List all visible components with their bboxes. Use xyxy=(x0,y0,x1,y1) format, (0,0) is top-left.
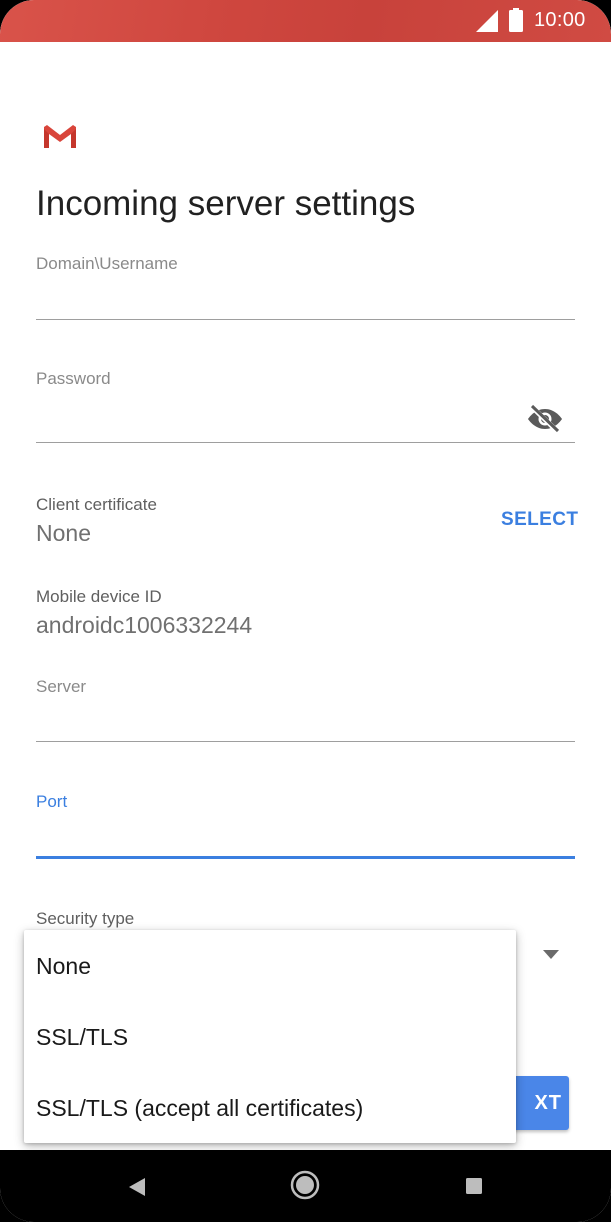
mobile-device-id-label: Mobile device ID xyxy=(36,587,162,606)
security-type-label: Security type xyxy=(36,909,135,928)
client-certificate-value: None xyxy=(36,520,91,546)
back-icon[interactable] xyxy=(127,1176,147,1198)
domain-username-input[interactable] xyxy=(36,280,575,322)
status-time: 10:00 xyxy=(534,9,586,31)
security-type-menu: None SSL/TLS SSL/TLS (accept all certifi… xyxy=(24,930,516,1143)
domain-username-label: Domain\Username xyxy=(36,254,178,273)
android-screen: 10:00 Incoming server settings Domain\Us… xyxy=(0,0,611,1222)
navigation-bar xyxy=(0,1150,611,1222)
port-input[interactable] xyxy=(36,818,575,858)
password-label: Password xyxy=(36,369,111,388)
server-input[interactable] xyxy=(36,702,575,744)
select-certificate-button[interactable]: SELECT xyxy=(501,509,578,531)
battery-icon xyxy=(509,8,523,32)
gmail-logo xyxy=(44,125,76,148)
port-underline xyxy=(36,856,575,859)
password-underline xyxy=(36,442,575,443)
signal-icon xyxy=(476,10,498,32)
status-bar: 10:00 xyxy=(0,0,611,42)
menu-item-none[interactable]: None xyxy=(24,931,516,1002)
recents-icon[interactable] xyxy=(465,1177,483,1195)
menu-item-ssl-tls-accept-all[interactable]: SSL/TLS (accept all certificates) xyxy=(24,1073,516,1144)
server-label: Server xyxy=(36,677,87,696)
port-label: Port xyxy=(36,792,68,811)
password-input[interactable] xyxy=(36,395,516,443)
visibility-off-icon[interactable] xyxy=(527,404,563,434)
page-title: Incoming server settings xyxy=(36,184,416,223)
mobile-device-id-value: androidc1006332244 xyxy=(36,612,253,638)
home-icon[interactable] xyxy=(290,1170,320,1200)
client-certificate-label: Client certificate xyxy=(36,495,157,514)
dropdown-arrow-icon[interactable] xyxy=(543,950,559,960)
menu-item-ssl-tls[interactable]: SSL/TLS xyxy=(24,1002,516,1073)
domain-username-underline xyxy=(36,319,575,320)
server-underline xyxy=(36,741,575,742)
